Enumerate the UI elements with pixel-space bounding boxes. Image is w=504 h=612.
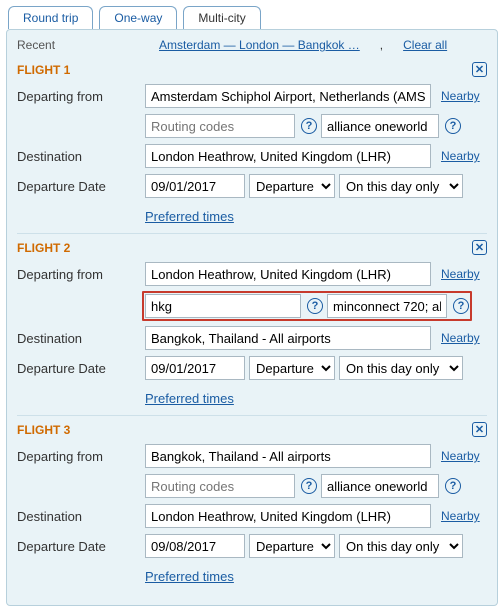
flight-title: FLIGHT 3 (17, 423, 70, 437)
routing-input[interactable] (145, 474, 295, 498)
departure-date-label: Departure Date (17, 179, 145, 194)
destination-input[interactable] (145, 326, 431, 350)
tab-one-way[interactable]: One-way (99, 6, 177, 29)
date-input[interactable] (145, 534, 245, 558)
alliance-input[interactable] (321, 474, 439, 498)
close-icon[interactable]: ✕ (472, 422, 487, 437)
nearby-link[interactable]: Nearby (441, 89, 480, 103)
departure-select[interactable]: Departure (249, 174, 335, 198)
divider (17, 233, 487, 234)
departing-label: Departing from (17, 89, 145, 104)
destination-label: Destination (17, 149, 145, 164)
departing-input[interactable] (145, 444, 431, 468)
nearby-link[interactable]: Nearby (441, 331, 480, 345)
destination-label: Destination (17, 331, 145, 346)
nearby-link[interactable]: Nearby (441, 509, 480, 523)
preferred-times-link[interactable]: Preferred times (145, 391, 234, 406)
routing-input[interactable] (145, 294, 301, 318)
departure-select[interactable]: Departure (249, 534, 335, 558)
help-icon[interactable]: ? (301, 118, 317, 134)
flight-title: FLIGHT 2 (17, 241, 70, 255)
nearby-link[interactable]: Nearby (441, 149, 480, 163)
preferred-times-link[interactable]: Preferred times (145, 209, 234, 224)
divider (17, 415, 487, 416)
help-icon[interactable]: ? (445, 118, 461, 134)
departing-input[interactable] (145, 84, 431, 108)
day-select[interactable]: On this day only (339, 356, 463, 380)
close-icon[interactable]: ✕ (472, 62, 487, 77)
tab-round-trip[interactable]: Round trip (8, 6, 93, 29)
help-icon[interactable]: ? (453, 298, 469, 314)
date-input[interactable] (145, 174, 245, 198)
help-icon[interactable]: ? (307, 298, 323, 314)
clear-all-link[interactable]: Clear all (403, 38, 447, 52)
alliance-input[interactable] (321, 114, 439, 138)
date-input[interactable] (145, 356, 245, 380)
routing-input[interactable] (145, 114, 295, 138)
departure-select[interactable]: Departure (249, 356, 335, 380)
alliance-input[interactable] (327, 294, 447, 318)
departing-label: Departing from (17, 267, 145, 282)
tab-multi-city[interactable]: Multi-city (183, 6, 260, 29)
departing-input[interactable] (145, 262, 431, 286)
close-icon[interactable]: ✕ (472, 240, 487, 255)
destination-label: Destination (17, 509, 145, 524)
destination-input[interactable] (145, 144, 431, 168)
nearby-link[interactable]: Nearby (441, 267, 480, 281)
destination-input[interactable] (145, 504, 431, 528)
search-panel: Recent Amsterdam — London — Bangkok … , … (6, 29, 498, 606)
flight-title: FLIGHT 1 (17, 63, 70, 77)
help-icon[interactable]: ? (445, 478, 461, 494)
help-icon[interactable]: ? (301, 478, 317, 494)
recent-summary-link[interactable]: Amsterdam — London — Bangkok … (159, 38, 360, 52)
departure-date-label: Departure Date (17, 539, 145, 554)
departing-label: Departing from (17, 449, 145, 464)
day-select[interactable]: On this day only (339, 534, 463, 558)
recent-label: Recent (17, 38, 139, 52)
departure-date-label: Departure Date (17, 361, 145, 376)
preferred-times-link[interactable]: Preferred times (145, 569, 234, 584)
nearby-link[interactable]: Nearby (441, 449, 480, 463)
day-select[interactable]: On this day only (339, 174, 463, 198)
